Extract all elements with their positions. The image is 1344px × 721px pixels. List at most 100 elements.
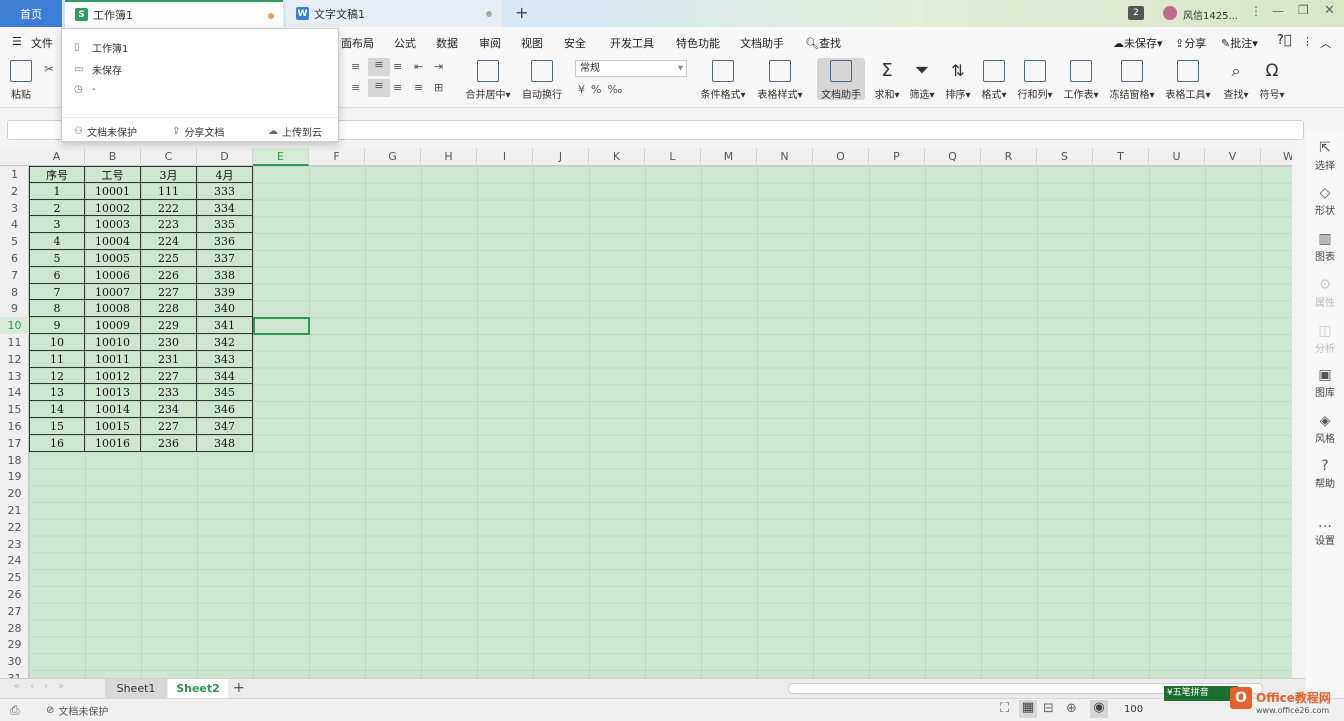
popup-upload-button[interactable]: ☁ 上传到云 bbox=[268, 124, 322, 139]
menu-page-layout[interactable]: 面布局 bbox=[341, 35, 374, 51]
table-cell[interactable]: 333 bbox=[197, 182, 253, 200]
panel-shape[interactable]: ◇ 形状 bbox=[1306, 185, 1344, 217]
zoom-level[interactable]: 100 bbox=[1124, 704, 1143, 715]
distribute-icon[interactable]: ⊞ bbox=[434, 81, 443, 94]
table-cell[interactable]: 234 bbox=[141, 401, 197, 418]
row-header[interactable]: 6 bbox=[0, 250, 29, 267]
column-header[interactable]: B bbox=[85, 148, 141, 166]
sum-button[interactable]: Σ 求和▾ bbox=[872, 60, 902, 101]
table-cell[interactable]: 10004 bbox=[85, 233, 141, 250]
unsaved-button[interactable]: ☁未保存▾ bbox=[1113, 35, 1163, 51]
close-icon[interactable]: ✕ bbox=[1324, 3, 1335, 18]
row-col-button[interactable]: 行和列▾ bbox=[1014, 60, 1056, 101]
table-cell[interactable]: 222 bbox=[141, 199, 197, 217]
row-header[interactable]: 13 bbox=[0, 368, 29, 385]
align-left-icon[interactable]: ≡ bbox=[351, 81, 360, 94]
column-header[interactable]: T bbox=[1093, 148, 1149, 166]
table-tools-button[interactable]: 表格工具▾ bbox=[1162, 60, 1214, 101]
new-tab-button[interactable]: + bbox=[515, 3, 528, 22]
row-header[interactable]: 10 bbox=[0, 317, 29, 334]
table-cell[interactable]: 10006 bbox=[85, 266, 141, 284]
row-header[interactable]: 1 bbox=[0, 166, 29, 183]
table-cell[interactable]: 14 bbox=[29, 401, 85, 418]
column-header[interactable]: H bbox=[421, 148, 477, 166]
menu-security[interactable]: 安全 bbox=[564, 35, 586, 51]
row-header[interactable]: 11 bbox=[0, 334, 29, 351]
table-cell[interactable]: 10 bbox=[29, 334, 85, 351]
table-cell[interactable]: 11 bbox=[29, 350, 85, 368]
sheet-tab-2[interactable]: Sheet2 bbox=[168, 679, 228, 699]
column-header[interactable]: N bbox=[757, 148, 813, 166]
find-button[interactable]: ⌕ 查找▾ bbox=[1219, 60, 1253, 101]
table-cell[interactable]: 230 bbox=[141, 334, 197, 351]
column-header[interactable]: M bbox=[701, 148, 757, 166]
column-header[interactable]: A bbox=[29, 148, 85, 166]
column-header[interactable]: R bbox=[981, 148, 1037, 166]
column-header[interactable]: P bbox=[869, 148, 925, 166]
table-cell[interactable]: 345 bbox=[197, 384, 253, 402]
minimize-icon[interactable]: — bbox=[1272, 4, 1284, 18]
row-header[interactable]: 24 bbox=[0, 552, 29, 569]
eye-protection-icon[interactable]: ◉ bbox=[1090, 700, 1108, 718]
row-header[interactable]: 19 bbox=[0, 468, 29, 485]
table-cell[interactable]: 8 bbox=[29, 300, 85, 318]
table-style-button[interactable]: 表格样式▾ bbox=[754, 60, 806, 101]
popup-share-button[interactable]: ⇪ 分享文档 bbox=[172, 124, 224, 139]
menu-formula[interactable]: 公式 bbox=[394, 35, 416, 51]
row-header[interactable]: 29 bbox=[0, 636, 29, 653]
table-header-cell[interactable]: 3月 bbox=[141, 166, 197, 183]
align-center-icon[interactable]: ≡ bbox=[368, 79, 390, 97]
row-header[interactable]: 22 bbox=[0, 519, 29, 536]
table-cell[interactable]: 10012 bbox=[85, 367, 141, 385]
panel-gallery[interactable]: ▣ 图库 bbox=[1306, 367, 1344, 399]
table-cell[interactable]: 336 bbox=[197, 233, 253, 250]
tab-home[interactable]: 首页 bbox=[0, 0, 62, 27]
tab-workbook[interactable]: S 工作簿1 bbox=[65, 0, 283, 27]
row-header[interactable]: 7 bbox=[0, 267, 29, 284]
row-header[interactable]: 9 bbox=[0, 300, 29, 317]
table-cell[interactable]: 347 bbox=[197, 418, 253, 435]
row-header[interactable]: 14 bbox=[0, 384, 29, 401]
cut-icon[interactable]: ✂ bbox=[44, 62, 54, 76]
paste-button[interactable]: 粘贴 bbox=[8, 60, 34, 101]
table-cell[interactable]: 10015 bbox=[85, 418, 141, 435]
table-cell[interactable]: 6 bbox=[29, 266, 85, 284]
table-header-cell[interactable]: 序号 bbox=[29, 166, 85, 183]
row-header[interactable]: 17 bbox=[0, 435, 29, 452]
column-header[interactable]: S bbox=[1037, 148, 1093, 166]
wrap-text-button[interactable]: 自动换行 bbox=[519, 60, 565, 101]
column-header[interactable]: I bbox=[477, 148, 533, 166]
share-button[interactable]: ⇪分享 bbox=[1175, 35, 1206, 51]
number-format-icons[interactable]: ¥%‰ bbox=[578, 83, 628, 96]
add-sheet-icon[interactable]: + bbox=[233, 680, 245, 696]
sort-button[interactable]: ⇅ 排序▾ bbox=[942, 60, 974, 101]
column-header[interactable]: W bbox=[1261, 148, 1292, 166]
table-cell[interactable]: 337 bbox=[197, 250, 253, 267]
worksheet-button[interactable]: 工作表▾ bbox=[1060, 60, 1102, 101]
tab-document[interactable]: W 文字文稿1 bbox=[286, 0, 502, 27]
table-cell[interactable]: 111 bbox=[141, 182, 197, 200]
menu-developer[interactable]: 开发工具 bbox=[610, 35, 654, 51]
table-cell[interactable]: 225 bbox=[141, 250, 197, 267]
menu-icon[interactable]: ⋮ bbox=[1250, 4, 1262, 18]
page-layout-icon[interactable]: ⊕ bbox=[1066, 701, 1077, 716]
popup-protect-button[interactable]: ⚇ 文档未保护 bbox=[74, 124, 137, 139]
table-cell[interactable]: 7 bbox=[29, 283, 85, 301]
table-cell[interactable]: 10013 bbox=[85, 384, 141, 402]
table-cell[interactable]: 227 bbox=[141, 283, 197, 301]
merge-center-button[interactable]: 合并居中▾ bbox=[462, 60, 514, 101]
sheet-tab-1[interactable]: Sheet1 bbox=[105, 679, 167, 699]
restore-icon[interactable]: ❐ bbox=[1298, 3, 1309, 17]
table-cell[interactable]: 5 bbox=[29, 250, 85, 267]
table-cell[interactable]: 10014 bbox=[85, 401, 141, 418]
panel-style[interactable]: ◈ 风格 bbox=[1306, 413, 1344, 445]
row-header[interactable]: 28 bbox=[0, 620, 29, 637]
column-header[interactable]: D bbox=[197, 148, 253, 166]
table-cell[interactable]: 10010 bbox=[85, 334, 141, 351]
row-header[interactable]: 25 bbox=[0, 569, 29, 586]
macro-icon[interactable]: ⎙ bbox=[10, 703, 20, 718]
table-cell[interactable]: 342 bbox=[197, 334, 253, 351]
collapse-ribbon-icon[interactable]: ︿ bbox=[1320, 35, 1331, 51]
table-header-cell[interactable]: 4月 bbox=[197, 166, 253, 183]
table-cell[interactable]: 224 bbox=[141, 233, 197, 250]
